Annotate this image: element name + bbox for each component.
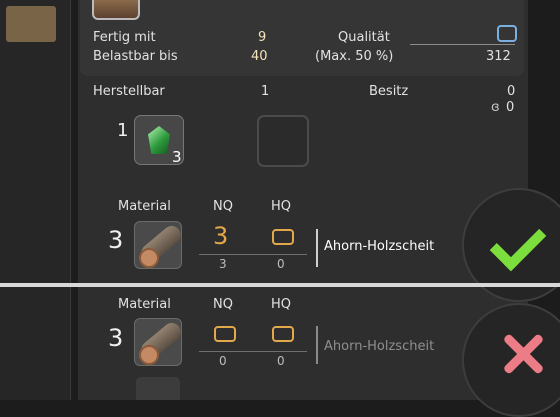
load-label: Belastbar bis [93, 49, 178, 64]
crystal-slot[interactable]: 3 [134, 115, 184, 166]
owned-hq-value: 0 [506, 100, 515, 115]
row1-underline [199, 254, 307, 255]
hq-selector-icon[interactable] [272, 229, 294, 245]
row2-underline [199, 351, 307, 352]
partial-slot [136, 377, 180, 400]
crystal-count: 3 [172, 148, 182, 166]
craftable-label: Herstellbar [93, 84, 165, 99]
hq-owned: 0 [277, 257, 285, 271]
owned-value: 0 [507, 84, 516, 99]
load-value: 40 [251, 49, 268, 64]
done-value: 9 [258, 30, 267, 45]
nq-selected[interactable]: 3 [213, 222, 228, 250]
material-header: Material [118, 199, 171, 214]
done-label: Fertig mit [93, 30, 156, 45]
row2-separator [316, 326, 318, 364]
recipe-item-icon[interactable] [92, 0, 140, 20]
green-crystal-icon [148, 126, 170, 154]
nq-owned: 3 [219, 257, 227, 271]
cross-icon [500, 331, 546, 377]
craftable-value: 1 [261, 84, 270, 99]
quality-value: 312 [486, 49, 511, 64]
quality-bar [410, 44, 515, 45]
hq-header-2: HQ [271, 297, 292, 312]
maple-log-icon-2[interactable] [134, 318, 182, 366]
nq-header: NQ [213, 199, 233, 214]
left-pane [0, 0, 71, 400]
nq-owned-2: 0 [219, 354, 227, 368]
owned-label: Besitz [369, 84, 409, 99]
nq-header-2: NQ [213, 297, 233, 312]
quality-label: Qualität [338, 30, 390, 45]
hq-owned-2: 0 [277, 354, 285, 368]
quality-max-label: (Max. 50 %) [315, 49, 394, 64]
empty-item-slot[interactable] [257, 115, 309, 167]
material-required-2: 3 [108, 324, 124, 352]
quality-box-icon [497, 25, 517, 42]
material-required: 3 [108, 226, 124, 254]
divider [0, 283, 560, 287]
hq-header: HQ [271, 199, 292, 214]
material-name: Ahorn-Holzscheit [324, 239, 435, 254]
nq-selector-icon-2[interactable] [214, 326, 236, 342]
row1-separator [316, 229, 318, 267]
crystal-amount: 1 [117, 120, 129, 141]
material-header-2: Material [118, 297, 171, 312]
material-name-2: Ahorn-Holzscheit [324, 339, 435, 354]
maple-log-icon[interactable] [134, 221, 182, 269]
owned-hq-icon: ɞ [491, 100, 500, 115]
left-tab[interactable] [6, 6, 56, 42]
hq-selector-icon-2[interactable] [272, 326, 294, 342]
